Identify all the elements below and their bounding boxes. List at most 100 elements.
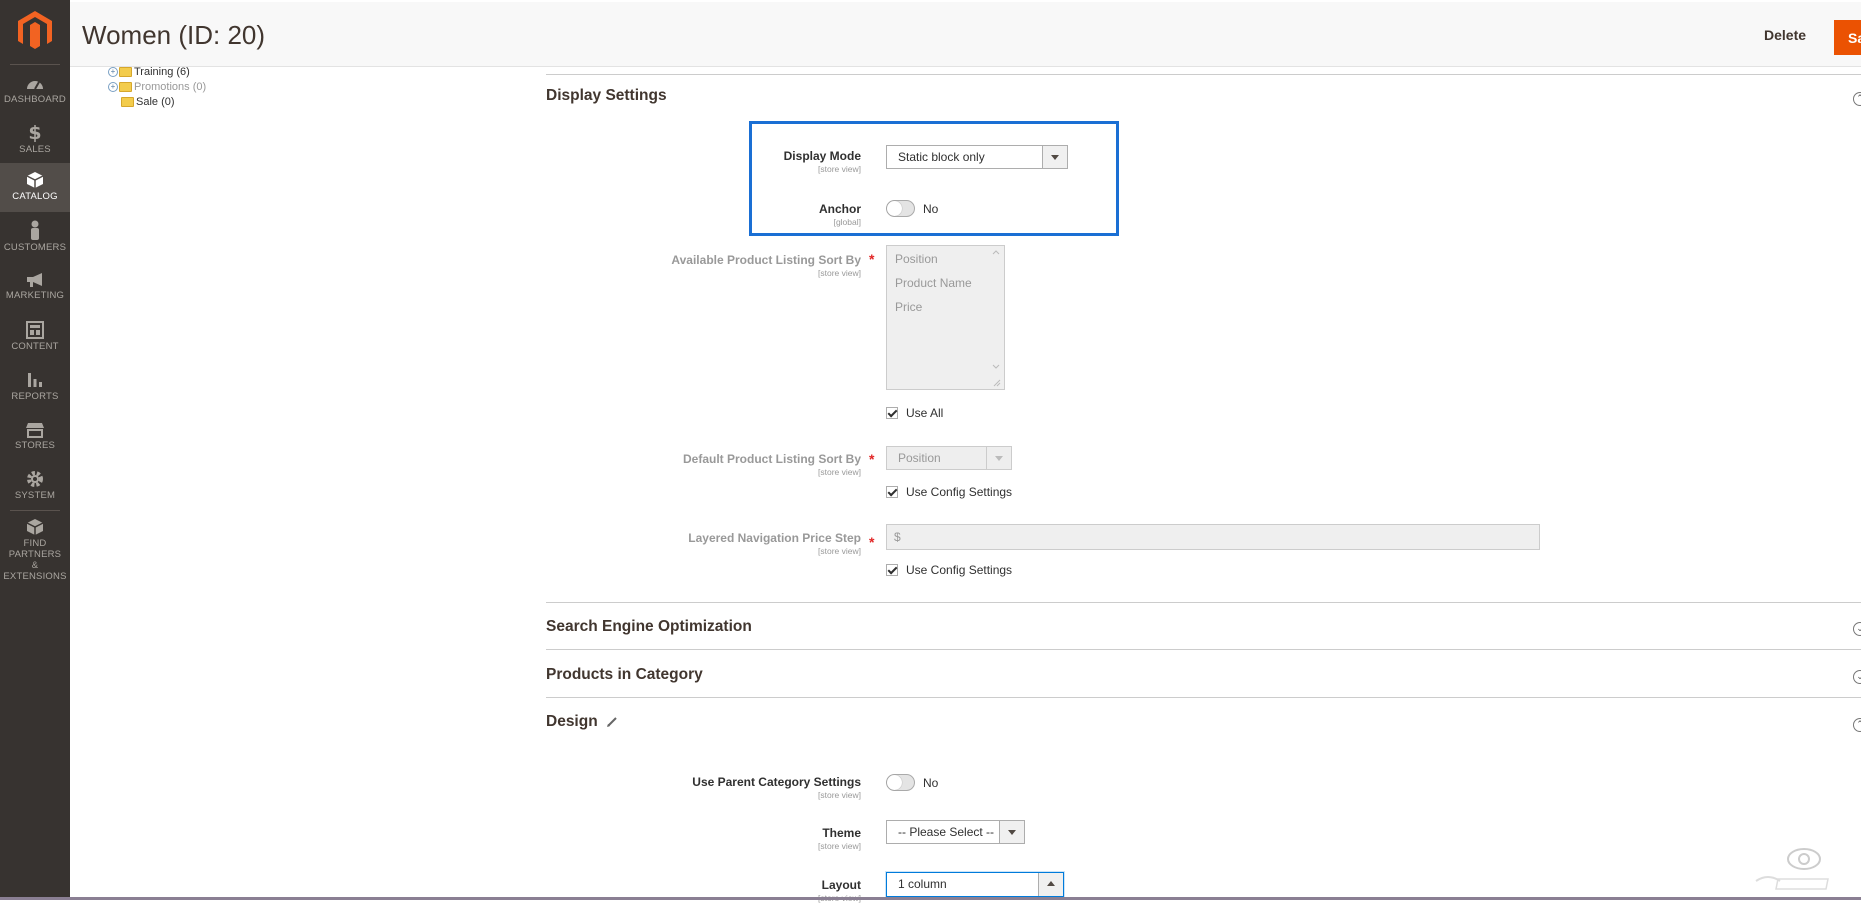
expand-icon[interactable]: +: [108, 67, 118, 78]
person-icon: [31, 220, 39, 240]
section-divider: [546, 602, 1861, 603]
sidebar-item-label: CATALOG: [12, 191, 58, 202]
collapse-icon[interactable]: ⌃: [1853, 718, 1861, 732]
use-parent-settings-value: No: [923, 776, 939, 790]
section-title-products-in-category[interactable]: Products in Category: [546, 666, 703, 684]
listbox-scrollbar[interactable]: [990, 246, 1002, 389]
price-step-use-config-checkbox[interactable]: [886, 564, 898, 576]
sidebar-item-system[interactable]: SYSTEM: [0, 470, 70, 520]
chevron-up-icon: [1047, 881, 1055, 886]
listbox-option[interactable]: Product Name: [895, 276, 972, 290]
dropdown-arrow: [999, 821, 1024, 843]
available-sort-listbox[interactable]: Position Product Name Price: [886, 245, 1005, 390]
svg-text:$: $: [28, 122, 41, 142]
delete-button[interactable]: Delete: [1764, 27, 1806, 43]
expand-icon[interactable]: +: [108, 82, 118, 93]
default-sort-select[interactable]: Position: [886, 446, 1012, 470]
use-config-label: Use Config Settings: [906, 563, 1013, 577]
folder-icon: [119, 82, 132, 93]
magento-logo-icon[interactable]: [16, 10, 54, 50]
logo-divider: [10, 64, 60, 65]
sidebar-item-label: CUSTOMERS: [3, 242, 67, 253]
theme-select[interactable]: -- Please Select --: [886, 820, 1025, 844]
storefront-icon: [26, 423, 44, 438]
megaphone-icon: [27, 273, 42, 287]
price-step-label: Layered Navigation Price Step [store vie…: [688, 531, 861, 556]
tree-item-training[interactable]: + Training (6): [108, 66, 190, 78]
tree-item-label: Promotions (0): [134, 81, 207, 94]
page-title: Women (ID: 20): [82, 20, 266, 50]
dollar-icon: $: [28, 122, 41, 142]
anchor-value: No: [923, 202, 939, 216]
use-config-label: Use Config Settings: [906, 485, 1013, 499]
required-mark: *: [869, 534, 875, 550]
toggle-knob: [887, 201, 902, 216]
section-title-seo[interactable]: Search Engine Optimization: [546, 618, 752, 636]
dropdown-arrow: [986, 447, 1011, 469]
sidebar-item-label: SALES: [19, 144, 51, 155]
layout-select[interactable]: 1 column: [886, 872, 1064, 897]
price-step-input[interactable]: $: [886, 524, 1540, 550]
sidebar-item-marketing[interactable]: MARKETING: [0, 272, 70, 322]
default-sort-label: Default Product Listing Sort By [store v…: [682, 452, 861, 477]
chevron-down-icon: [1008, 830, 1016, 835]
display-mode-select[interactable]: Static block only: [886, 145, 1068, 169]
use-parent-settings-toggle[interactable]: [886, 774, 915, 791]
tree-item-label: Training (6): [134, 66, 190, 79]
sidebar-item-catalog[interactable]: CATALOG: [0, 163, 70, 212]
cube-icon: [26, 172, 44, 188]
default-sort-use-config-checkbox[interactable]: [886, 486, 898, 498]
section-divider: [546, 74, 1861, 75]
section-title-display-settings[interactable]: Display Settings: [546, 87, 667, 105]
listbox-option[interactable]: Price: [895, 300, 922, 314]
sidebar-item-dashboard[interactable]: DASHBOARD: [0, 76, 70, 126]
required-mark: *: [869, 251, 875, 267]
expand-icon[interactable]: ⌄: [1853, 670, 1861, 684]
bar-chart-icon: [28, 373, 42, 387]
sidebar-item-content[interactable]: CONTENT: [0, 321, 70, 371]
listbox-option[interactable]: Position: [895, 252, 938, 266]
collapse-icon[interactable]: ⌃: [1853, 92, 1861, 106]
admin-sidebar: DASHBOARD $ SALES CATALOG CUSTOMERS MARK…: [0, 0, 70, 900]
use-all-checkbox[interactable]: [886, 407, 898, 419]
tree-item-promotions[interactable]: + Promotions (0): [108, 81, 206, 93]
sidebar-item-label: REPORTS: [11, 391, 59, 402]
use-parent-settings-label: Use Parent Category Settings [store view…: [692, 775, 861, 800]
dashboard-icon: [27, 81, 43, 90]
sidebar-item-label: STORES: [14, 440, 56, 451]
anchor-toggle[interactable]: [886, 200, 915, 217]
sidebar-item-reports[interactable]: REPORTS: [0, 371, 70, 421]
save-button[interactable]: Save: [1834, 20, 1861, 55]
available-sort-label: Available Product Listing Sort By [store…: [671, 253, 861, 278]
folder-icon: [119, 67, 132, 78]
section-divider: [546, 649, 1861, 650]
box-icon: [26, 519, 44, 535]
pencil-icon[interactable]: [606, 716, 618, 728]
watermark-icon: [1755, 848, 1829, 890]
section-divider: [546, 697, 1861, 698]
page-header: Women (ID: 20) Delete Save: [70, 2, 1861, 67]
expand-icon[interactable]: ⌄: [1853, 622, 1861, 636]
section-title-design[interactable]: Design: [546, 713, 598, 731]
sidebar-item-label: MARKETING: [5, 290, 65, 301]
dropdown-arrow: [1038, 873, 1063, 896]
sidebar-item-find-partners[interactable]: FIND PARTNERS & EXTENSIONS: [0, 518, 70, 582]
required-mark: *: [869, 451, 875, 467]
chevron-down-icon: [995, 456, 1003, 461]
use-all-label: Use All: [906, 406, 944, 420]
anchor-label: Anchor [global]: [819, 202, 861, 227]
sidebar-item-label: FIND PARTNERS: [8, 538, 62, 560]
tree-item-sale[interactable]: Sale (0): [120, 96, 175, 108]
chevron-down-icon: [1051, 155, 1059, 160]
sidebar-item-customers[interactable]: CUSTOMERS: [0, 220, 70, 270]
sidebar-item-label: CONTENT: [11, 341, 59, 352]
sidebar-item-stores[interactable]: STORES: [0, 422, 70, 472]
folder-icon: [121, 97, 134, 108]
layout-icon: [26, 321, 44, 339]
tree-item-label: Sale (0): [136, 96, 175, 109]
gear-icon: [27, 471, 43, 487]
sidebar-item-label: DASHBOARD: [4, 94, 66, 105]
sidebar-item-label: & EXTENSIONS: [3, 560, 67, 582]
dropdown-arrow: [1042, 146, 1067, 168]
theme-label: Theme [store view]: [818, 826, 861, 851]
